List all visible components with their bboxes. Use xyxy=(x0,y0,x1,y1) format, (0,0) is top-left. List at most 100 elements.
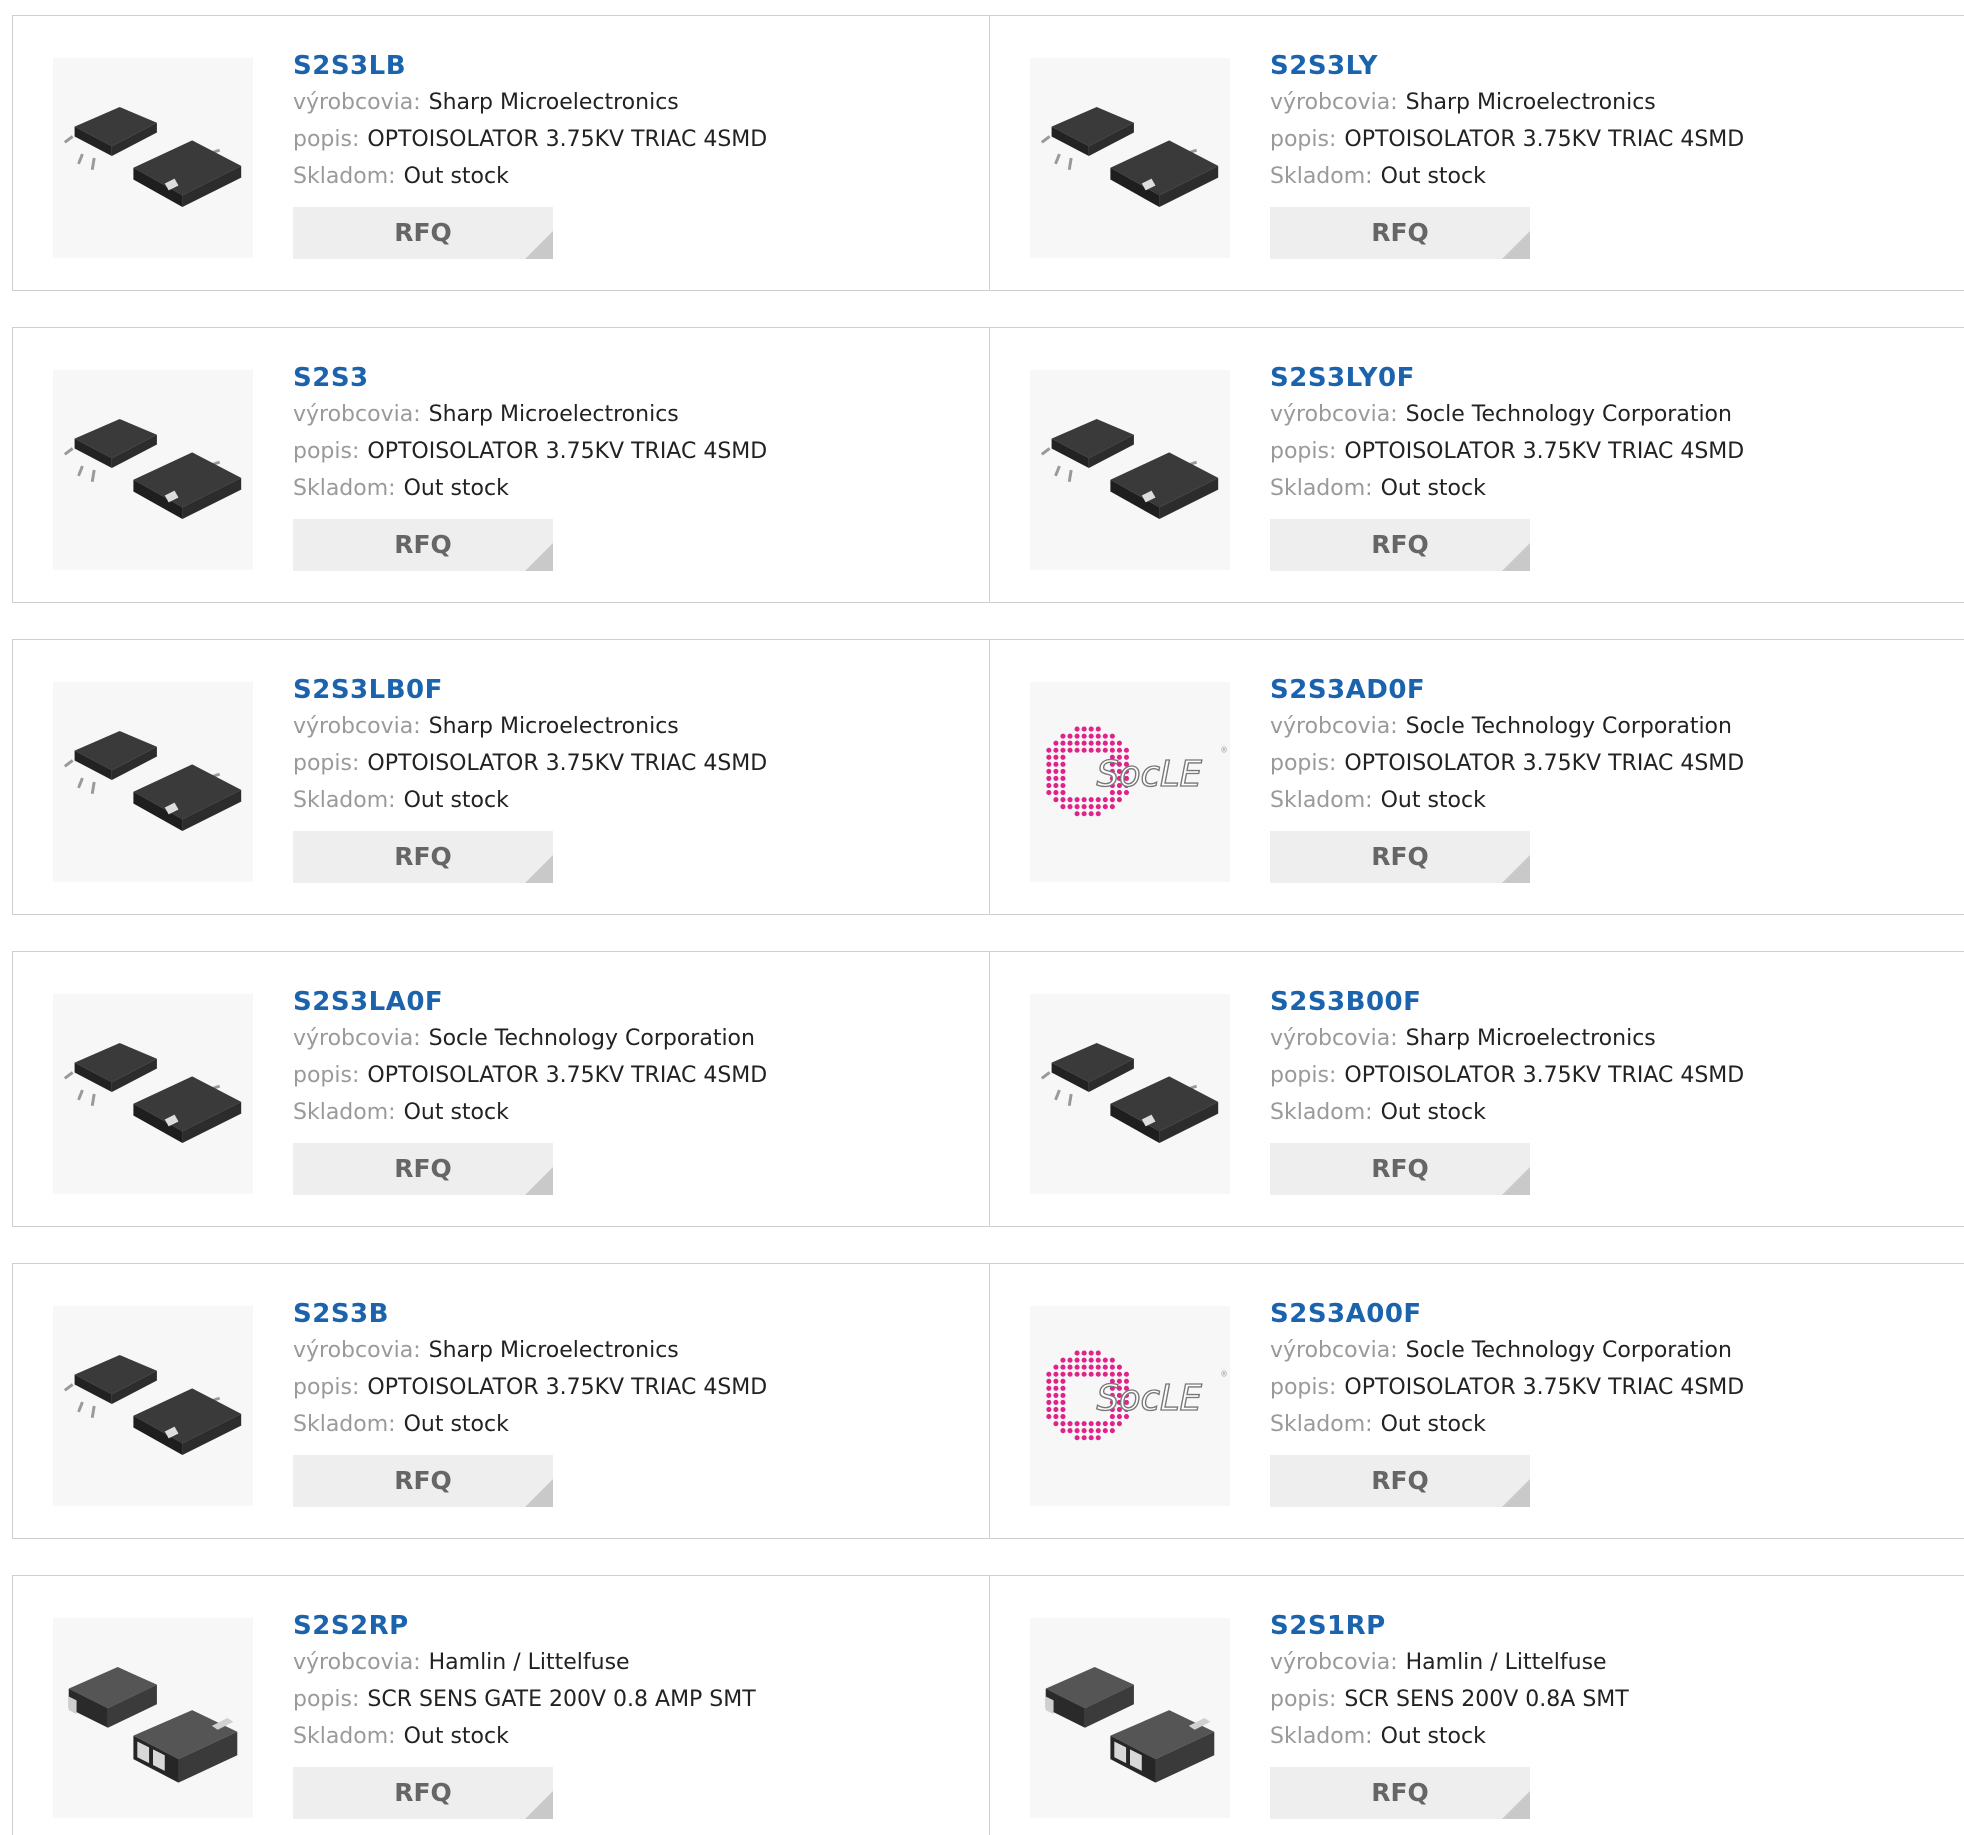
stock-value: Out stock xyxy=(403,476,509,501)
rfq-button[interactable]: RFQ xyxy=(1270,207,1530,259)
rfq-button[interactable]: RFQ xyxy=(293,207,553,259)
part-number-link[interactable]: S2S3LB xyxy=(293,48,767,84)
stock-label: Skladom: xyxy=(1270,788,1373,813)
product-card: S2S2RP výrobcovia: Hamlin / Littelfuse po… xyxy=(13,1576,989,1835)
product-row: S2S2RP výrobcovia: Hamlin / Littelfuse po… xyxy=(12,1575,1964,1835)
part-number-link[interactable]: S2S3LY xyxy=(1270,48,1744,84)
part-number-link[interactable]: S2S3LY0F xyxy=(1270,360,1744,396)
product-card: S2S3B00F výrobcovia: Sharp Microelectroni… xyxy=(990,952,1964,1226)
description-value: OPTOISOLATOR 3.75KV TRIAC 4SMD xyxy=(1344,127,1745,152)
product-image[interactable] xyxy=(53,370,253,570)
stock-label: Skladom: xyxy=(293,164,396,189)
product-card: S2S3LY výrobcovia: Sharp Microelectronics… xyxy=(990,16,1964,290)
description-value: SCR SENS 200V 0.8A SMT xyxy=(1344,1687,1629,1712)
manufacturer-label: výrobcovia: xyxy=(1270,1026,1398,1051)
part-number-link[interactable]: S2S1RP xyxy=(1270,1608,1629,1644)
rfq-button[interactable]: RFQ xyxy=(293,831,553,883)
rfq-button[interactable]: RFQ xyxy=(293,519,553,571)
corner-triangle-icon xyxy=(1502,855,1530,883)
stock-line: Skladom: Out stock xyxy=(1270,1718,1629,1755)
stock-value: Out stock xyxy=(1380,1724,1486,1749)
product-image[interactable] xyxy=(1030,1618,1230,1818)
manufacturer-line: výrobcovia: Hamlin / Littelfuse xyxy=(1270,1644,1629,1681)
corner-triangle-icon xyxy=(1502,1791,1530,1819)
rfq-button[interactable]: RFQ xyxy=(1270,519,1530,571)
product-image[interactable] xyxy=(1030,58,1230,258)
rfq-button[interactable]: RFQ xyxy=(293,1143,553,1195)
rfq-button[interactable]: RFQ xyxy=(1270,1455,1530,1507)
socle-logo[interactable]: SocLE ® xyxy=(1030,1306,1230,1506)
column-divider xyxy=(989,952,990,1226)
product-card: S2S3LA0F výrobcovia: Socle Technology Cor… xyxy=(13,952,989,1226)
rfq-button[interactable]: RFQ xyxy=(1270,831,1530,883)
description-line: popis: OPTOISOLATOR 3.75KV TRIAC 4SMD xyxy=(293,745,767,782)
part-number-link[interactable]: S2S3B00F xyxy=(1270,984,1744,1020)
product-image[interactable] xyxy=(53,58,253,258)
manufacturer-value: Socle Technology Corporation xyxy=(1405,714,1732,739)
rfq-label: RFQ xyxy=(1371,1778,1429,1807)
part-number-link[interactable]: S2S2RP xyxy=(293,1608,756,1644)
corner-triangle-icon xyxy=(525,855,553,883)
rfq-label: RFQ xyxy=(1371,1466,1429,1495)
product-row: S2S3LB0F výrobcovia: Sharp Microelectroni… xyxy=(12,639,1964,915)
product-card: S2S3LY0F výrobcovia: Socle Technology Cor… xyxy=(990,328,1964,602)
description-line: popis: OPTOISOLATOR 3.75KV TRIAC 4SMD xyxy=(293,433,767,470)
product-image[interactable] xyxy=(53,682,253,882)
svg-text:®: ® xyxy=(1220,1370,1228,1379)
column-divider xyxy=(989,328,990,602)
stock-line: Skladom: Out stock xyxy=(293,158,767,195)
corner-triangle-icon xyxy=(525,1479,553,1507)
rfq-button[interactable]: RFQ xyxy=(293,1767,553,1819)
rfq-label: RFQ xyxy=(394,1466,452,1495)
stock-line: Skladom: Out stock xyxy=(293,1094,767,1131)
description-line: popis: SCR SENS 200V 0.8A SMT xyxy=(1270,1681,1629,1718)
description-label: popis: xyxy=(1270,1063,1337,1088)
manufacturer-value: Hamlin / Littelfuse xyxy=(428,1650,630,1675)
part-number-link[interactable]: S2S3B xyxy=(293,1296,767,1332)
manufacturer-line: výrobcovia: Socle Technology Corporation xyxy=(293,1020,767,1057)
manufacturer-line: výrobcovia: Sharp Microelectronics xyxy=(293,84,767,121)
stock-line: Skladom: Out stock xyxy=(293,1718,756,1755)
product-image[interactable] xyxy=(53,1306,253,1506)
part-number-link[interactable]: S2S3A00F xyxy=(1270,1296,1744,1332)
stock-value: Out stock xyxy=(1380,788,1486,813)
stock-label: Skladom: xyxy=(293,788,396,813)
part-number-link[interactable]: S2S3LA0F xyxy=(293,984,767,1020)
part-number-link[interactable]: S2S3 xyxy=(293,360,767,396)
manufacturer-line: výrobcovia: Sharp Microelectronics xyxy=(1270,84,1744,121)
corner-triangle-icon xyxy=(1502,1479,1530,1507)
rfq-button[interactable]: RFQ xyxy=(1270,1767,1530,1819)
product-image[interactable] xyxy=(1030,370,1230,570)
product-card: S2S3 výrobcovia: Sharp Microelectronics p… xyxy=(13,328,989,602)
product-image[interactable] xyxy=(1030,994,1230,1194)
part-number-link[interactable]: S2S3AD0F xyxy=(1270,672,1744,708)
part-number-link[interactable]: S2S3LB0F xyxy=(293,672,767,708)
product-image[interactable] xyxy=(53,994,253,1194)
stock-label: Skladom: xyxy=(293,1724,396,1749)
rfq-button[interactable]: RFQ xyxy=(293,1455,553,1507)
stock-value: Out stock xyxy=(403,1412,509,1437)
description-value: SCR SENS GATE 200V 0.8 AMP SMT xyxy=(367,1687,756,1712)
svg-text:SocLE: SocLE xyxy=(1097,754,1203,795)
description-value: OPTOISOLATOR 3.75KV TRIAC 4SMD xyxy=(1344,1375,1745,1400)
rfq-label: RFQ xyxy=(394,1778,452,1807)
stock-line: Skladom: Out stock xyxy=(1270,158,1744,195)
description-line: popis: OPTOISOLATOR 3.75KV TRIAC 4SMD xyxy=(1270,121,1744,158)
corner-triangle-icon xyxy=(525,1167,553,1195)
manufacturer-value: Sharp Microelectronics xyxy=(428,1338,679,1363)
manufacturer-value: Sharp Microelectronics xyxy=(428,714,679,739)
socle-logo[interactable]: SocLE ® xyxy=(1030,682,1230,882)
stock-line: Skladom: Out stock xyxy=(1270,470,1744,507)
stock-label: Skladom: xyxy=(1270,1100,1373,1125)
manufacturer-line: výrobcovia: Sharp Microelectronics xyxy=(1270,1020,1744,1057)
description-label: popis: xyxy=(293,1375,360,1400)
rfq-button[interactable]: RFQ xyxy=(1270,1143,1530,1195)
description-line: popis: OPTOISOLATOR 3.75KV TRIAC 4SMD xyxy=(293,1057,767,1094)
stock-value: Out stock xyxy=(403,788,509,813)
manufacturer-label: výrobcovia: xyxy=(293,402,421,427)
corner-triangle-icon xyxy=(525,231,553,259)
description-label: popis: xyxy=(1270,1687,1337,1712)
manufacturer-line: výrobcovia: Sharp Microelectronics xyxy=(293,396,767,433)
description-label: popis: xyxy=(293,1687,360,1712)
product-image[interactable] xyxy=(53,1618,253,1818)
